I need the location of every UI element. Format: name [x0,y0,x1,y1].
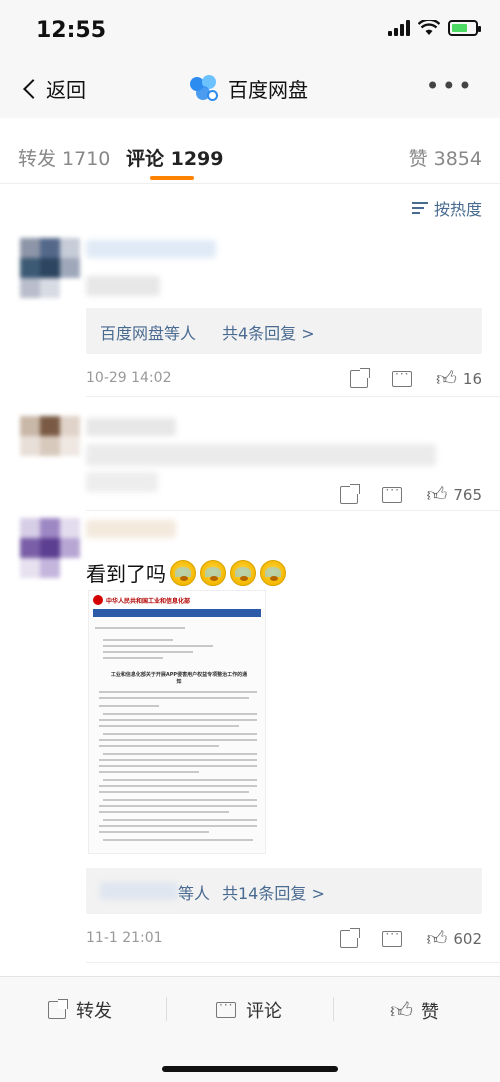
comment-body: 看到了吗 [86,562,166,586]
share-button[interactable] [340,927,361,948]
comment-button[interactable]: 评论 [216,997,282,1023]
comment-time: 10-29 14:02 [86,370,172,386]
comment-text-redacted-2 [86,472,158,492]
comment-label: 评论 [246,1001,282,1022]
share-button[interactable] [340,483,361,504]
comment-actions: 👍︎ 16 [326,366,482,391]
sort-label: 按热度 [433,200,482,219]
national-emblem-icon [93,595,103,605]
like-button[interactable]: 👍︎ 765 [426,482,482,507]
doc-nav [93,609,261,617]
active-tab-indicator [150,176,194,180]
sort-by-heat-button[interactable]: 按热度 [411,196,482,220]
more-dots-icon[interactable]: ••• [426,72,474,100]
reply-summary[interactable]: 百度网盘等人 共4条回复 > [86,308,482,354]
home-indicator [162,1066,338,1072]
divider [86,962,500,963]
share-icon [340,483,361,504]
status-time: 12:55 [36,18,107,43]
share-icon [350,367,370,388]
page-title: 百度网盘 [228,78,308,102]
comment-actions: 👍︎ 602 [316,926,482,951]
thumbs-up-icon: 👍︎ [390,999,413,1024]
crying-emoji-icon [170,559,196,586]
wifi-icon [418,20,440,35]
repost-label: 转发 [76,1001,112,1022]
doc-header: 中华人民共和国工业和信息化部 [89,591,265,609]
share-button[interactable] [350,367,370,388]
crying-emoji-icon [200,559,226,586]
sort-icon [411,201,428,215]
like-button[interactable]: 👍︎ 602 [426,926,482,951]
separator [166,997,167,1021]
reply-authors[interactable]: 百度网盘等人 [100,320,196,344]
thumbs-up-icon: 👍︎ [426,926,448,950]
reply-authors-redacted [100,882,178,900]
status-bar: 12:55 [0,0,500,60]
doc-title: 工业和信息化部关于开展APP侵害用户权益专项整治工作的通知 [110,672,248,685]
comment-icon [392,367,412,387]
comment-meta: 10-29 14:02 👍︎ 16 [86,366,482,390]
comment-image[interactable]: 中华人民共和国工业和信息化部 工业和信息化部关于开展APP侵害用户权益专项整治工… [88,590,266,854]
back-label: 返回 [46,78,86,102]
thumbs-up-icon: 👍︎ [426,482,448,506]
tab-likes[interactable]: 赞 3854 [409,144,482,171]
baidu-netdisk-logo-icon [190,74,220,103]
like-count: 765 [453,485,482,504]
status-icons [388,20,481,36]
like-post-button[interactable]: 👍︎ 赞 [390,997,439,1024]
view-replies-link[interactable]: 共14条回复 > [222,880,325,904]
comment-text-redacted [86,276,160,296]
signal-icon [388,20,410,36]
avatar [20,238,80,298]
share-icon [340,927,361,948]
reply-button[interactable] [382,483,403,503]
username-redacted [86,240,216,258]
battery-icon [448,20,481,36]
doc-header-text: 中华人民共和国工业和信息化部 [106,597,191,605]
crying-emoji-icon [260,559,286,586]
back-button[interactable]: 返回 [22,74,86,103]
comment-meta: 11-1 21:01 👍︎ 602 [86,926,482,950]
avatar [20,416,80,476]
comment-actions: 👍︎ 765 [316,482,482,507]
share-icon [48,999,68,1019]
divider [86,396,500,397]
username-redacted [86,520,176,538]
nav-title: 百度网盘 [190,74,308,103]
nav-bar: 返回 百度网盘 ••• [0,60,500,118]
divider [86,510,500,511]
separator [333,997,334,1021]
thumbs-up-icon: 👍︎ [436,366,457,390]
reply-button[interactable] [392,367,412,387]
comment-icon [216,998,236,1018]
like-count: 16 [462,369,482,388]
comment-text: 看到了吗 [86,558,286,587]
avatar [20,518,80,578]
view-replies-link[interactable]: 共4条回复 > [222,320,315,344]
tab-repost[interactable]: 转发 1710 [18,144,110,171]
tab-comments[interactable]: 评论 1299 [126,144,224,171]
tab-bar: 转发 1710 评论 1299 赞 3854 [0,118,500,184]
comment-icon [382,927,403,947]
reply-authors[interactable]: 等人 [178,880,210,904]
like-label: 赞 [421,1001,439,1023]
reply-button[interactable] [382,927,403,947]
username-redacted [86,418,176,436]
comment-time: 11-1 21:01 [86,930,163,946]
comment-text-redacted [86,444,436,466]
repost-button[interactable]: 转发 [48,997,112,1023]
chevron-left-icon [23,78,43,99]
crying-emoji-icon [230,559,256,586]
reply-summary[interactable]: 等人 共14条回复 > [86,868,482,914]
like-button[interactable]: 👍︎ 16 [436,366,482,391]
bottom-action-bar: 转发 评论 👍︎ 赞 [0,976,500,1082]
like-count: 602 [453,929,482,948]
comment-icon [382,483,403,503]
